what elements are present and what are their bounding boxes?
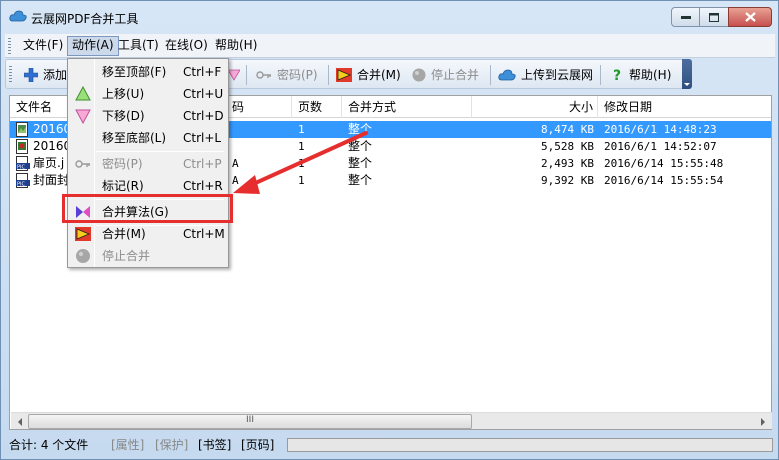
annotation-arrow-icon — [233, 131, 368, 194]
app-window: 云展网PDF合并工具 文件(F) 动作(A) 工具(T) 在线(O) 帮助(H)… — [0, 0, 779, 460]
